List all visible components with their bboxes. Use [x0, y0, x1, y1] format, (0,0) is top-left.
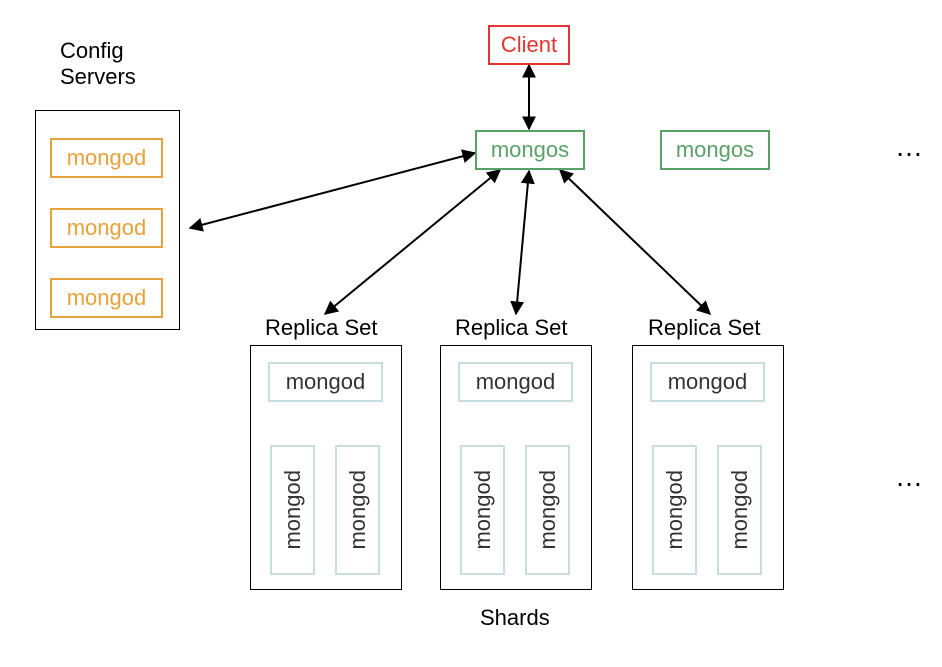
shard2-secondary-mongod-1: mongod [460, 445, 505, 575]
ellipsis-icon: … [895, 130, 923, 164]
mongod-label: mongod [535, 470, 561, 550]
config-mongod-2: mongod [50, 208, 163, 248]
shard3-secondary-mongod-2: mongod [717, 445, 762, 575]
config-mongod-1: mongod [50, 138, 163, 178]
shard3-secondary-mongod-1: mongod [652, 445, 697, 575]
shards-title: Shards [480, 605, 550, 631]
mongod-label: mongod [345, 470, 371, 550]
mongod-label: mongod [470, 470, 496, 550]
replica-set-1-title: Replica Set [265, 315, 378, 341]
config-mongod-3: mongod [50, 278, 163, 318]
mongod-label: mongod [662, 470, 688, 550]
ellipsis-icon: … [895, 460, 923, 494]
shard1-secondary-mongod-2: mongod [335, 445, 380, 575]
shard3-primary-mongod: mongod [650, 362, 765, 402]
mongos-router-2: mongos [660, 130, 770, 170]
shard1-primary-mongod: mongod [268, 362, 383, 402]
diagram-canvas: Client mongos mongos … Config Servers mo… [0, 0, 942, 667]
shard2-secondary-mongod-2: mongod [525, 445, 570, 575]
shard2-primary-mongod: mongod [458, 362, 573, 402]
mongod-label: mongod [727, 470, 753, 550]
mongod-label: mongod [280, 470, 306, 550]
shard1-secondary-mongod-1: mongod [270, 445, 315, 575]
mongos-router-1: mongos [475, 130, 585, 170]
client-box: Client [488, 25, 570, 65]
config-servers-title: Config Servers [60, 38, 136, 91]
replica-set-3-title: Replica Set [648, 315, 761, 341]
replica-set-2-title: Replica Set [455, 315, 568, 341]
